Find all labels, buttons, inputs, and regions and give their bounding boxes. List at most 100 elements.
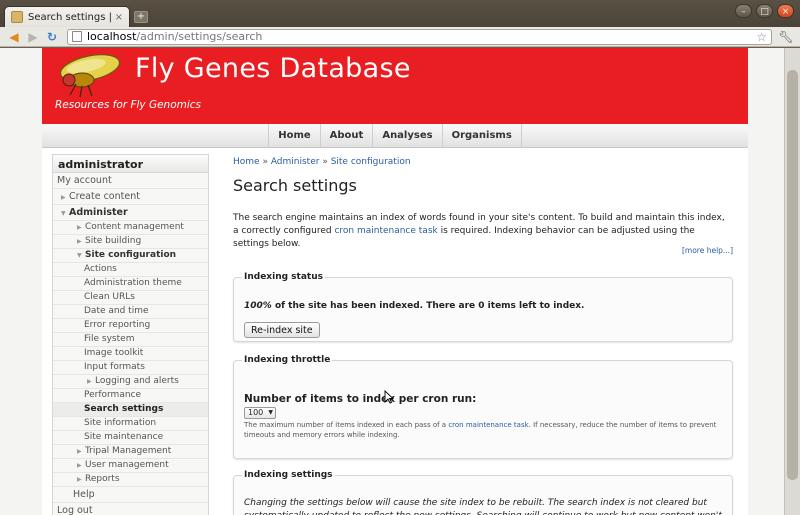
main-area: administrator My account ▶ Create content ▼… [42, 148, 748, 515]
breadcrumb-separator: » [259, 157, 271, 167]
forward-icon[interactable]: ▶ [25, 30, 41, 44]
close-window-button[interactable]: × [777, 4, 794, 18]
sidebar-item-site-information[interactable]: Site information [53, 417, 208, 431]
sidebar-item-label: Image toolkit [84, 348, 144, 358]
sidebar-item-create-content[interactable]: ▶ Create content [53, 189, 208, 205]
address-bar[interactable]: localhost/admin/settings/search ☆ [67, 28, 772, 45]
nav-home[interactable]: Home [268, 124, 319, 147]
chevron-right-icon: ▶ [77, 448, 82, 455]
breadcrumb: Home » Administer » Site configuration [233, 157, 411, 167]
sidebar-item-log-out[interactable]: Log out [53, 503, 208, 515]
throttle-desc-part: The maximum number of items indexed in e… [244, 421, 449, 429]
sidebar-item-performance[interactable]: Performance [53, 389, 208, 403]
sidebar-item-actions[interactable]: Actions [53, 263, 208, 277]
primary-nav: Home About Analyses Organisms [42, 124, 748, 148]
sidebar-item-tripal-management[interactable]: ▶ Tripal Management [53, 445, 208, 459]
cron-link[interactable]: cron maintenance task [448, 421, 528, 429]
sidebar-item-clean-urls[interactable]: Clean URLs [53, 291, 208, 305]
indexing-settings-fieldset: Indexing settings Changing the settings … [233, 470, 733, 515]
sidebar-item-label: Date and time [84, 306, 149, 316]
sidebar-item-label: Tripal Management [85, 446, 172, 456]
nav-about[interactable]: About [319, 124, 373, 147]
page-margin-right [748, 48, 784, 515]
sidebar-item-site-building[interactable]: ▶ Site building [53, 235, 208, 249]
cron-link[interactable]: cron maintenance task [334, 226, 437, 236]
browser-titlebar: Search settings | Fly ... × + – □ × [0, 0, 800, 27]
sidebar-item-label: Error reporting [84, 320, 151, 330]
items-per-cron-label: Number of items to index per cron run: [244, 393, 477, 405]
sidebar-item-label: Actions [84, 264, 117, 274]
scrollbar-thumb[interactable] [787, 70, 798, 480]
more-help-link[interactable]: [more help...] [682, 246, 733, 255]
indexing-throttle-fieldset: Indexing throttle Number of items to ind… [233, 355, 733, 459]
sidebar-item-label: Clean URLs [84, 292, 135, 302]
bookmark-star-icon[interactable]: ☆ [756, 30, 767, 44]
breadcrumb-site-configuration[interactable]: Site configuration [331, 157, 411, 167]
sidebar-item-label: Create content [69, 191, 140, 202]
page-title: Search settings [233, 176, 357, 195]
sidebar-item-site-configuration[interactable]: ▼ Site configuration [53, 249, 208, 263]
sidebar-item-search-settings[interactable]: Search settings [53, 403, 208, 417]
browser-tab[interactable]: Search settings | Fly ... × [4, 6, 130, 27]
intro-text: The search engine maintains an index of … [233, 212, 733, 251]
sidebar-item-administer[interactable]: ▼ Administer [53, 205, 208, 221]
sidebar-item-content-management[interactable]: ▶ Content management [53, 221, 208, 235]
settings-description: Changing the settings below will cause t… [244, 498, 722, 515]
site-name[interactable]: Fly Genes Database [135, 53, 411, 84]
chevron-right-icon: ▶ [77, 238, 82, 245]
nav-organisms[interactable]: Organisms [441, 124, 522, 147]
chevron-right-icon: ▶ [77, 476, 82, 483]
reindex-site-button[interactable]: Re-index site [244, 322, 320, 338]
url-path: /admin/settings/search [136, 30, 263, 43]
breadcrumb-home[interactable]: Home [233, 157, 260, 167]
url-host: localhost [87, 30, 137, 43]
breadcrumb-separator: » [319, 157, 331, 167]
sidebar-item-help[interactable]: Help [53, 487, 208, 503]
sidebar-item-label: Search settings [84, 404, 164, 414]
sidebar-item-label: Site information [84, 418, 157, 428]
admin-sidebar: administrator My account ▶ Create content ▼… [52, 154, 209, 515]
sidebar-item-label: Help [73, 489, 95, 500]
sidebar-item-file-system[interactable]: File system [53, 333, 208, 347]
page-margin-left [0, 48, 42, 515]
sidebar-item-label: Administer [69, 207, 128, 218]
sidebar-item-user-management[interactable]: ▶ User management [53, 459, 208, 473]
indexing-throttle-legend: Indexing throttle [244, 355, 331, 365]
wrench-icon[interactable]: 🔧︎ [778, 30, 794, 44]
back-icon[interactable]: ◀ [6, 30, 22, 44]
breadcrumb-administer[interactable]: Administer [271, 157, 320, 167]
sidebar-item-label: Reports [85, 474, 120, 484]
sidebar-item-date-and-time[interactable]: Date and time [53, 305, 208, 319]
reload-icon[interactable]: ↻ [44, 30, 60, 44]
chevron-down-icon: ▼ [61, 210, 66, 217]
index-percent: 100% [244, 301, 272, 311]
chevron-down-icon: ▼ [268, 409, 273, 416]
sidebar-item-label: File system [84, 334, 135, 344]
sidebar-item-label: Site configuration [85, 250, 177, 260]
sidebar-item-administration-theme[interactable]: Administration theme [53, 277, 208, 291]
admin-menu: My account ▶ Create content ▼ Administer ▶ Con… [53, 173, 208, 515]
site-header: Fly Genes Database Resources for Fly Gen… [42, 48, 748, 124]
new-tab-button[interactable]: + [134, 11, 148, 23]
favicon-icon [11, 11, 23, 23]
index-status-text: 100% of the site has been indexed. There… [244, 301, 584, 311]
sidebar-item-reports[interactable]: ▶ Reports [53, 473, 208, 487]
chevron-right-icon: ▶ [87, 378, 92, 385]
indexing-status-fieldset: Indexing status 100% of the site has bee… [233, 272, 733, 342]
fly-logo[interactable] [52, 50, 134, 98]
minimize-button[interactable]: – [735, 4, 752, 18]
scrollbar[interactable] [784, 48, 800, 515]
sidebar-item-my-account[interactable]: My account [53, 173, 208, 189]
sidebar-item-error-reporting[interactable]: Error reporting [53, 319, 208, 333]
sidebar-item-input-formats[interactable]: Input formats [53, 361, 208, 375]
sidebar-title: administrator [53, 155, 208, 173]
sidebar-item-site-maintenance[interactable]: Site maintenance [53, 431, 208, 445]
close-tab-icon[interactable]: × [115, 12, 123, 23]
chevron-right-icon: ▶ [61, 194, 66, 201]
nav-analyses[interactable]: Analyses [372, 124, 441, 147]
throttle-description: The maximum number of items indexed in e… [244, 420, 724, 440]
sidebar-item-logging-and-alerts[interactable]: ▶ Logging and alerts [53, 375, 208, 389]
items-per-cron-select[interactable]: 100 ▼ [244, 407, 276, 419]
sidebar-item-image-toolkit[interactable]: Image toolkit [53, 347, 208, 361]
maximize-button[interactable]: □ [756, 4, 773, 18]
